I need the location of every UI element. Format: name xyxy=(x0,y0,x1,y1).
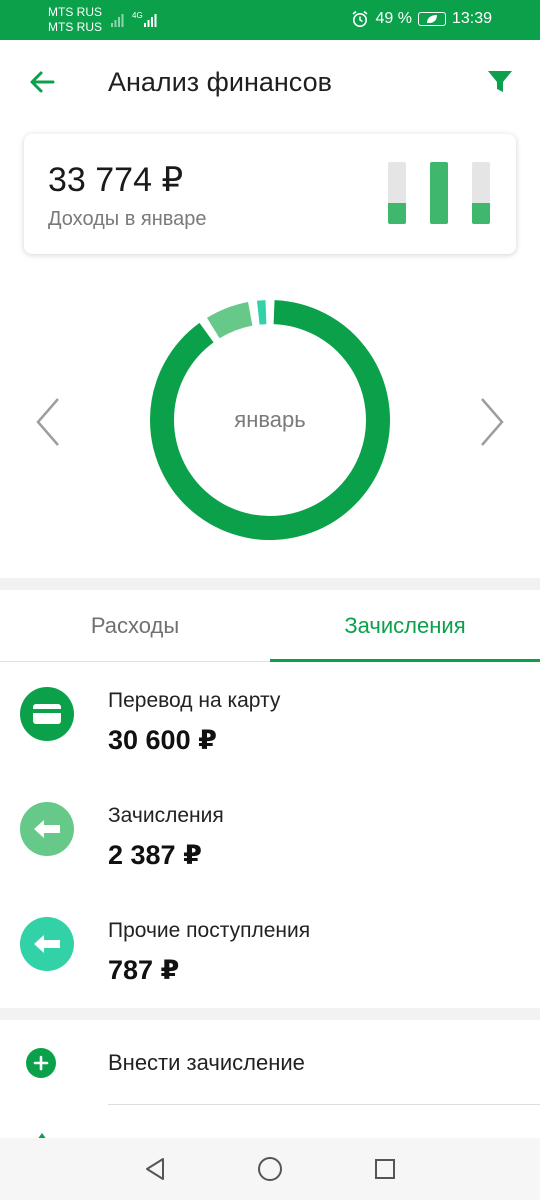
arrow-left-icon xyxy=(30,71,55,93)
category-icon-3 xyxy=(20,917,74,971)
donut-center-label: январь xyxy=(234,407,306,432)
alarm-icon xyxy=(352,10,368,27)
filter-button[interactable] xyxy=(484,66,516,98)
tab-bar: Расходы Зачисления xyxy=(0,590,540,662)
item-amount: 2 387 ₽ xyxy=(108,840,202,870)
page-title: Анализ финансов xyxy=(108,67,332,97)
nav-back-button[interactable] xyxy=(140,1154,170,1184)
mini-bar-1 xyxy=(388,162,406,224)
mini-bar-2 xyxy=(430,162,448,224)
category-icon-2 xyxy=(20,802,74,856)
summary-label: Доходы в январе xyxy=(48,208,207,230)
triangle-back-icon xyxy=(146,1158,164,1180)
action-divider xyxy=(108,1104,540,1105)
network-type: 4G xyxy=(132,11,143,20)
section-divider xyxy=(0,578,540,590)
list-item-other-income[interactable]: Прочие поступления 787 ₽ xyxy=(0,893,540,1008)
add-income-label: Внести зачисление xyxy=(108,1050,305,1075)
clock: 13:39 xyxy=(451,10,492,27)
summary-amount: 33 774 ₽ xyxy=(48,161,184,199)
list-item-deposits[interactable]: Зачисления 2 387 ₽ xyxy=(0,778,540,893)
tab-indicator xyxy=(270,659,540,662)
back-button[interactable] xyxy=(24,64,60,100)
mini-bar-1-fill xyxy=(388,202,406,224)
category-icon-1 xyxy=(20,687,74,741)
chevron-right-icon[interactable] xyxy=(472,395,512,449)
filter-icon xyxy=(488,71,512,92)
mini-bar-chart xyxy=(388,162,492,224)
nav-home-button[interactable] xyxy=(255,1154,285,1184)
app-bar: Анализ финансов xyxy=(0,40,540,124)
circle-home-icon xyxy=(258,1157,282,1181)
chevron-left-icon[interactable] xyxy=(28,395,68,449)
list-item-card-transfer[interactable]: Перевод на карту 30 600 ₽ xyxy=(0,663,540,778)
item-title: Зачисления xyxy=(108,804,224,827)
arrow-in-icon xyxy=(34,820,60,838)
battery-percent: 49 % xyxy=(375,10,412,27)
add-income-button[interactable]: Внести зачисление xyxy=(0,1020,540,1106)
carrier-1: MTS RUS xyxy=(48,5,102,19)
carrier-info: MTS RUS MTS RUS xyxy=(48,5,102,35)
square-recents-icon xyxy=(375,1159,395,1179)
status-right: 49 % 13:39 xyxy=(351,10,492,28)
carrier-2: MTS RUS xyxy=(48,20,102,34)
item-title: Перевод на карту xyxy=(108,689,281,712)
battery-icon xyxy=(417,12,446,26)
tab-income[interactable]: Зачисления xyxy=(270,590,540,662)
card-icon xyxy=(33,704,61,724)
income-summary-card[interactable]: 33 774 ₽ Доходы в январе xyxy=(24,134,516,254)
item-amount: 30 600 ₽ xyxy=(108,725,217,755)
item-title: Прочие поступления xyxy=(108,919,311,942)
signal-icon: 4G xyxy=(111,11,157,27)
arrow-in-icon xyxy=(34,935,60,953)
system-nav-bar xyxy=(0,1138,540,1200)
section-divider-2 xyxy=(0,1008,540,1020)
nav-recents-button[interactable] xyxy=(370,1154,400,1184)
donut-chart-area: январь xyxy=(0,280,540,570)
status-bar: MTS RUS MTS RUS 4G 49 % 13:39 xyxy=(0,0,540,40)
plus-icon xyxy=(26,1048,56,1078)
mini-bar-3-fill xyxy=(472,202,490,224)
tab-expenses[interactable]: Расходы xyxy=(0,590,270,662)
mini-bar-2-fill xyxy=(430,162,448,224)
mini-bar-3 xyxy=(472,162,490,224)
item-amount: 787 ₽ xyxy=(108,955,180,985)
